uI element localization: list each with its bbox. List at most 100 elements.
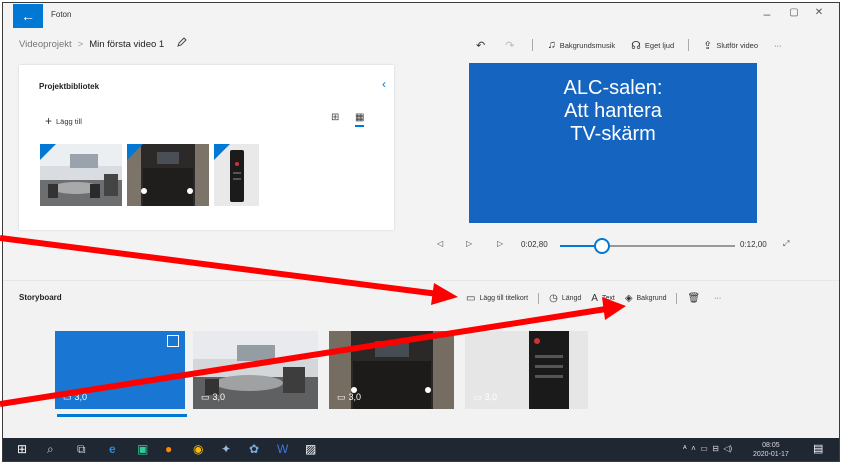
duration-button[interactable]: ◷ Längd <box>549 293 581 304</box>
card-duration: ▭ 3,0 <box>201 392 225 403</box>
photos-app-icon[interactable]: ▨ <box>305 442 316 456</box>
person-audio-icon: ☊ <box>631 39 641 52</box>
taskbar-clock[interactable]: 08:05 2020-01-17 <box>753 441 789 459</box>
selection-corner-icon <box>40 144 56 160</box>
search-icon[interactable]: ⌕ <box>47 442 54 457</box>
text-button[interactable]: A Text <box>591 293 615 304</box>
image-icon: ▭ <box>337 392 346 402</box>
background-button[interactable]: ◈ Bakgrund <box>625 293 667 304</box>
breadcrumb-root[interactable]: Videoprojekt <box>19 39 72 50</box>
current-time: 0:02,80 <box>521 240 548 249</box>
clock-time: 08:05 <box>762 442 780 449</box>
library-thumbnail-tv-stand[interactable] <box>127 144 209 206</box>
app-title: Foton <box>51 10 72 19</box>
firefox-icon[interactable]: ● <box>165 442 172 456</box>
teams-icon[interactable]: ✿ <box>249 442 259 456</box>
toolbar-divider <box>676 292 678 304</box>
windows-start-icon[interactable]: ⊞ <box>17 442 27 456</box>
close-button[interactable]: ✕ <box>809 7 829 18</box>
storyboard-title: Storyboard <box>19 293 62 302</box>
list-view-icon[interactable]: ▦ <box>355 112 365 127</box>
collapse-chevron-icon[interactable]: ‹ <box>382 77 386 91</box>
undo-button[interactable]: ↶ <box>476 39 489 52</box>
card-duration-value: 3,0 <box>212 392 226 402</box>
background-music-button[interactable]: ♫ Bakgrundsmusik <box>547 39 615 51</box>
windows-taskbar: ⊞ ⌕ ⧉ e ▣ ● ◉ ✦ ✿ W ▨ ᴬ ˄ ▭ ⊟ ◁) 08:05 2… <box>3 438 839 461</box>
breadcrumb-separator: > <box>77 39 84 50</box>
storyboard-card-title[interactable]: ▭ 3,0 <box>55 331 185 409</box>
more-icon: ··· <box>714 294 722 302</box>
card-duration-value: 3,0 <box>348 392 362 402</box>
card-duration: ▭ 3,0 <box>63 392 87 403</box>
playback-controls: ◁ ▷ ▷ 0:02,80 0:12,00 ⤢ <box>433 235 803 255</box>
selection-corner-icon <box>127 144 143 160</box>
play-icon[interactable]: ▷ <box>466 239 472 248</box>
word-icon[interactable]: W <box>277 442 288 456</box>
preview-line: TV-skärm <box>570 123 656 145</box>
edge-browser-icon[interactable]: e <box>109 442 116 456</box>
step-back-icon[interactable]: ◁ <box>437 239 443 248</box>
storyboard-card-remote[interactable]: ▭ 3,0 <box>465 331 588 409</box>
image-icon: ▭ <box>201 392 210 402</box>
app-window: ← Foton – ▢ ✕ Videoprojekt > Min första vi… <box>2 2 840 462</box>
toolbar-divider <box>688 39 690 51</box>
back-button[interactable]: ← <box>13 4 43 28</box>
breadcrumb-current: Min första video 1 <box>89 39 165 50</box>
music-note-icon: ♫ <box>547 39 556 51</box>
duration-label: Längd <box>561 294 582 302</box>
add-title-card-button[interactable]: ▭ Lägg till titelkort <box>466 293 528 304</box>
toolbar-divider <box>532 39 534 51</box>
chrome-icon[interactable]: ◉ <box>193 442 203 456</box>
clock-icon: ◷ <box>549 292 558 304</box>
fullscreen-icon[interactable]: ⤢ <box>783 239 789 249</box>
restore-button[interactable]: ▢ <box>784 7 804 18</box>
title-bar: ← Foton – ▢ ✕ <box>3 3 839 29</box>
storyboard-toolbar: ▭ Lägg till titelkort ◷ Längd A Text ◈ Bakgr… <box>461 290 726 306</box>
select-checkbox[interactable] <box>167 335 179 347</box>
total-time: 0:12,00 <box>740 240 767 249</box>
app-icon[interactable]: ✦ <box>221 442 231 456</box>
card-duration: ▭ 3,0 <box>473 392 497 403</box>
system-tray[interactable]: ᴬ ˄ ▭ ⊟ ◁) <box>683 444 732 453</box>
more-button[interactable]: ··· <box>774 41 782 50</box>
custom-audio-label: Eget ljud <box>644 40 675 50</box>
storyboard-card-tv-stand[interactable]: ▭ 3,0 <box>329 331 454 409</box>
preview-title-text: ALC-salen: Att hantera TV-skärm <box>469 77 757 146</box>
title-card-icon: ▭ <box>466 292 476 304</box>
marker-dot-icon <box>141 188 147 194</box>
grid-view-icon[interactable]: ⊞ <box>331 112 339 123</box>
export-icon: ⇪ <box>703 39 713 52</box>
seek-handle[interactable] <box>593 238 610 254</box>
redo-icon: ↷ <box>505 39 515 52</box>
breadcrumb: Videoprojekt > Min första video 1 <box>19 37 187 50</box>
delete-button[interactable]: 🗑 <box>687 293 704 304</box>
pencil-icon[interactable] <box>177 37 187 50</box>
card-duration: ▭ 3,0 <box>337 392 361 403</box>
finish-video-button[interactable]: ⇪ Slutför video <box>703 39 758 52</box>
notification-icon[interactable]: ▤ <box>813 442 823 455</box>
custom-audio-button[interactable]: ☊ Eget ljud <box>631 39 674 52</box>
more-button[interactable]: ··· <box>714 295 721 302</box>
card-duration-value: 3,0 <box>74 392 88 402</box>
storyboard-card-classroom[interactable]: ▭ 3,0 <box>193 331 318 409</box>
top-toolbar: ↶ ↷ ♫ Bakgrundsmusik ☊ Eget ljud ⇪ Slutför … <box>468 33 790 57</box>
selected-card-indicator <box>57 414 187 417</box>
project-library-panel: Projektbibliotek ‹ + Lägg till ⊞ ▦ <box>19 65 394 230</box>
library-thumbnail-classroom[interactable] <box>40 144 122 206</box>
minimize-button[interactable]: – <box>757 7 777 21</box>
add-media-button[interactable]: + Lägg till <box>45 114 82 128</box>
task-view-icon[interactable]: ⧉ <box>77 442 86 457</box>
add-title-card-label: Lägg till titelkort <box>479 294 529 302</box>
more-icon: ··· <box>774 40 782 50</box>
clock-date: 2020-01-17 <box>753 451 789 458</box>
paint-bucket-icon: ◈ <box>624 292 633 304</box>
video-preview[interactable]: ALC-salen: Att hantera TV-skärm <box>469 63 757 223</box>
store-icon[interactable]: ▣ <box>137 442 148 456</box>
selection-corner-icon <box>214 144 230 160</box>
preview-line: Att hantera <box>564 100 662 122</box>
add-media-label: Lägg till <box>56 117 82 126</box>
library-thumbnail-remote[interactable] <box>214 144 259 206</box>
step-forward-icon[interactable]: ▷ <box>497 239 503 248</box>
background-label: Bakgrund <box>636 294 667 302</box>
redo-button[interactable]: ↷ <box>505 39 518 52</box>
